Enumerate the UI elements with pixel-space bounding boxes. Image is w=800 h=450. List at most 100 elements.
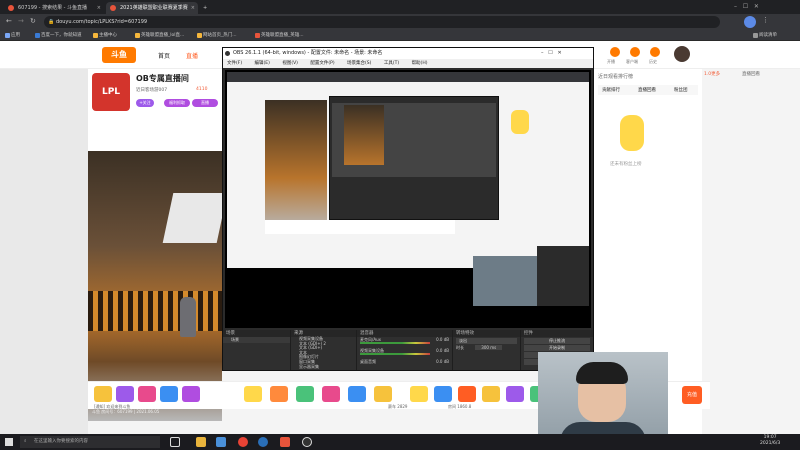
follow-button[interactable]: +关注 — [136, 99, 154, 107]
rank-tabs: 贡献排行 直播回看 粉丝团 — [598, 85, 698, 95]
scene-item[interactable]: 场景 — [223, 337, 290, 343]
bookmark-lol-live[interactable]: 英雄联盟直播_lol直... — [134, 31, 184, 40]
menu-file[interactable]: 文件(F) — [227, 61, 242, 66]
preview-video — [265, 100, 327, 230]
gift-icon[interactable] — [322, 386, 340, 402]
bookmark-apps[interactable]: 应用 — [4, 31, 20, 40]
close-tab-icon[interactable]: × — [191, 2, 195, 14]
gift-icon[interactable] — [348, 386, 366, 402]
gift-icon[interactable] — [160, 386, 178, 402]
gift-icon[interactable] — [458, 386, 476, 402]
obs-window-controls[interactable]: – ☐ ✕ — [541, 48, 562, 59]
tab-replay[interactable]: 直播回看 — [638, 87, 656, 93]
history-icon[interactable] — [650, 47, 660, 57]
start-recording-button[interactable]: 开始录制 — [524, 345, 590, 351]
gift-icon[interactable] — [138, 386, 156, 402]
obs-window: OBS 26.1.1 (64-bit, windows) - 配置文件: 未命名… — [222, 47, 594, 371]
baidu-icon — [35, 33, 40, 38]
source-item[interactable]: 显示器采集 — [291, 364, 356, 370]
taskbar-search[interactable]: ⌕ 在这里输入你要搜索的内容 — [20, 436, 160, 448]
volume-meter[interactable] — [360, 342, 430, 344]
app-icon[interactable] — [216, 437, 226, 447]
browser-tab-strip: 607199 - 搜索结果 - 斗鱼直播 × 2021英雄联盟职业联赛夏季赛 ×… — [0, 0, 800, 14]
live-badge[interactable]: 直播 — [192, 99, 218, 107]
forward-icon[interactable]: → — [18, 17, 24, 25]
windows-taskbar: ⌕ 在这里输入你要搜索的内容 19:07 2021/6/3 — [0, 434, 800, 450]
gift-icon[interactable] — [94, 386, 112, 402]
room-hot-count: 4110 — [196, 87, 208, 92]
rank-title: 近日观看排行榜 — [598, 74, 634, 80]
gift-icon[interactable] — [374, 386, 392, 402]
bookmark-home[interactable]: 网站首页_热门... — [196, 31, 237, 40]
obs-taskbar-icon[interactable] — [302, 437, 312, 447]
chrome-icon[interactable] — [238, 437, 248, 447]
menu-help[interactable]: 帮助(H) — [412, 61, 428, 66]
folder-icon — [197, 33, 202, 38]
gift-icon[interactable] — [506, 386, 524, 402]
champion-statue — [180, 297, 196, 337]
douyu-favicon-icon — [255, 33, 260, 38]
duration-input[interactable]: 300 ms — [475, 345, 503, 350]
menu-scene-collection[interactable]: 场景集合(S) — [347, 61, 371, 66]
right-edge-panel: 1.0更多 直播回看 — [702, 69, 800, 434]
gift-icon[interactable] — [182, 386, 200, 402]
bookmark-reading-list[interactable]: 阅读清单 — [752, 31, 777, 40]
mixer-channel: 视频采集设备 0.0 dB — [360, 348, 449, 355]
stop-streaming-button[interactable]: 停止推流 — [524, 338, 590, 344]
tab-fans[interactable]: 粉丝团 — [674, 87, 688, 93]
profile-avatar-icon[interactable] — [744, 16, 756, 28]
nav-live[interactable]: 直播 — [186, 51, 198, 60]
nav-home[interactable]: 首页 — [158, 51, 170, 60]
recharge-button[interactable]: 充值 — [682, 386, 702, 404]
gift-icon[interactable] — [296, 386, 314, 402]
gift-icon[interactable] — [482, 386, 500, 402]
app-icon[interactable] — [258, 437, 268, 447]
mascot-image — [620, 115, 644, 151]
gift-icon[interactable] — [434, 386, 452, 402]
address-bar[interactable]: 🔒 douyu.com/topic/LPLKS?rid=607199 — [44, 16, 720, 28]
more-link[interactable]: 1.0更多 — [704, 71, 720, 77]
file-explorer-icon[interactable] — [196, 437, 206, 447]
room-avatar[interactable]: LPL — [92, 73, 130, 111]
new-tab-button[interactable]: + — [200, 2, 214, 14]
folder-icon — [135, 33, 140, 38]
transitions-dock: 转场特效 淡出 时长 300 ms — [453, 330, 521, 370]
back-icon[interactable]: ← — [6, 17, 12, 25]
replay-link[interactable]: 直播回看 — [742, 71, 760, 77]
gift-icon[interactable] — [116, 386, 134, 402]
task-view-icon[interactable] — [170, 437, 180, 447]
browser-tab-search[interactable]: 607199 - 搜索结果 - 斗鱼直播 × — [4, 2, 104, 14]
client-icon[interactable] — [630, 47, 640, 57]
obs-logo-icon — [225, 51, 230, 56]
reload-icon[interactable]: ↻ — [30, 17, 36, 25]
tab-contribution[interactable]: 贡献排行 — [602, 87, 620, 93]
browser-menu-icon[interactable]: ⋮ — [762, 16, 769, 24]
menu-view[interactable]: 视图(V) — [282, 61, 298, 66]
obs-title-bar[interactable]: OBS 26.1.1 (64-bit, windows) - 配置文件: 未命名… — [223, 48, 593, 59]
obs-preview[interactable] — [225, 70, 591, 328]
bookmark-baidu[interactable]: 百度一下，你就知道 — [34, 31, 82, 40]
apps-grid-icon — [5, 33, 10, 38]
windows-start-icon[interactable] — [5, 438, 13, 446]
start-stream-icon[interactable] — [610, 47, 620, 57]
bookmark-lol-live-2[interactable]: 英雄联盟直播_英雄... — [254, 31, 304, 40]
menu-profile[interactable]: 配置文件(P) — [310, 61, 334, 66]
volume-meter[interactable] — [360, 353, 430, 355]
app-icon[interactable] — [280, 437, 290, 447]
gift-icon[interactable] — [410, 386, 428, 402]
preview-mascot — [511, 110, 529, 134]
browser-tab-active[interactable]: 2021英雄联盟职业联赛夏季赛 × — [106, 2, 198, 14]
menu-tools[interactable]: 工具(T) — [384, 61, 399, 66]
welfare-badge[interactable]: 福利抓取 — [164, 99, 190, 107]
bookmark-streamer-center[interactable]: 主播中心 — [92, 31, 117, 40]
gift-icon[interactable] — [244, 386, 262, 402]
transition-select[interactable]: 淡出 — [456, 338, 517, 344]
user-avatar[interactable] — [674, 46, 690, 62]
stat-2: 房间 1860.8 — [448, 404, 472, 409]
window-controls[interactable]: – ☐ ✕ — [734, 3, 759, 10]
menu-edit[interactable]: 编辑(E) — [255, 61, 270, 66]
douyu-logo[interactable]: 斗鱼 — [102, 47, 136, 63]
close-tab-icon[interactable]: × — [97, 2, 101, 14]
sources-dock: 来源 视频采集设备 文本 (GDI+) 2 文本 (GDI+) 文本 图像幻灯片… — [291, 330, 357, 370]
gift-icon[interactable] — [270, 386, 288, 402]
